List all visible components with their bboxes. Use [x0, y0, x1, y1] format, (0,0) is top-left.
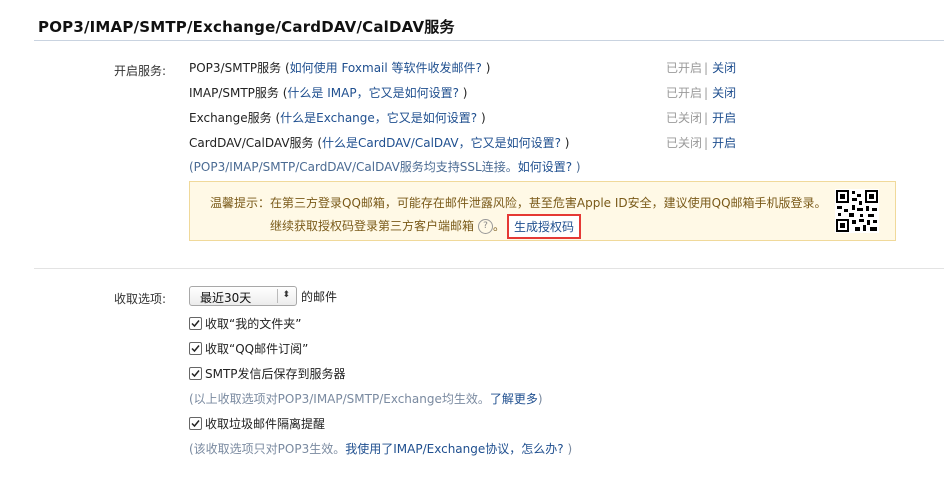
question-icon[interactable]: ?	[478, 219, 494, 234]
toggle-carddav-button[interactable]: 开启	[712, 136, 736, 150]
notice-text: 温馨提示：在第三方登录QQ邮箱，可能存在邮件泄露风险，甚至危害Apple ID安…	[210, 196, 827, 210]
option-save-sent[interactable]: SMTP发信后保存到服务器	[189, 365, 346, 382]
notice-line2: 继续获取授权码登录第三方客户端邮箱?。生成授权码	[270, 214, 582, 239]
service-name: Exchange服务	[189, 111, 272, 125]
ssl-note-close: )	[572, 160, 581, 174]
note-text: (该收取选项只对POP3生效。	[189, 442, 346, 456]
select-value: 最近30天	[200, 291, 252, 305]
paren-open: (	[281, 61, 290, 75]
receive-note-2: (该收取选项只对POP3生效。我使用了IMAP/Exchange协议，怎么办? …	[189, 440, 572, 457]
note-close: )	[537, 392, 543, 406]
settings-page: POP3/IMAP/SMTP/Exchange/CardDAV/CalDAV服务…	[0, 0, 944, 478]
notice-continue-text: 继续获取授权码登录第三方客户端邮箱	[270, 219, 475, 233]
checkmark-icon	[191, 420, 200, 428]
section-divider	[34, 268, 944, 269]
paren-close: )	[481, 61, 491, 75]
services-label: 开启服务:	[113, 64, 166, 78]
status-label: 已开启	[666, 86, 703, 100]
service-row-pop3: POP3/SMTP服务 (如何使用 Foxmail 等软件收发邮件? )	[189, 59, 490, 76]
checkmark-icon	[191, 345, 200, 353]
option-label: 收取“我的文件夹”	[205, 317, 302, 331]
checkbox[interactable]	[189, 317, 202, 330]
service-row-carddav: CardDAV/CalDAV服务 (什么是CardDAV/CalDAV，它又是如…	[189, 134, 569, 151]
service-status-exchange: 已关闭 | 开启	[666, 109, 736, 126]
toggle-pop3-button[interactable]: 关闭	[712, 61, 736, 75]
security-notice: 温馨提示：在第三方登录QQ邮箱，可能存在邮件泄露风险，甚至危害Apple ID安…	[189, 181, 896, 241]
service-name: CardDAV/CalDAV服务	[189, 136, 314, 150]
updown-arrow-icon: ⬍	[282, 290, 290, 300]
paren-close: )	[458, 86, 468, 100]
select-divider	[277, 289, 278, 303]
select-suffix: 的邮件	[301, 290, 338, 304]
toggle-exchange-button[interactable]: 开启	[712, 111, 736, 125]
note-close: )	[563, 442, 573, 456]
status-separator: |	[704, 136, 709, 150]
status-label: 已关闭	[666, 136, 703, 150]
service-name: IMAP/SMTP服务	[189, 86, 279, 100]
ssl-note-text: (POP3/IMAP/SMTP/CardDAV/CalDAV服务均支持SSL连接…	[189, 160, 518, 174]
receive-note-1: (以上收取选项对POP3/IMAP/SMTP/Exchange均生效。了解更多)	[189, 390, 543, 407]
title-divider	[34, 40, 944, 41]
receive-range-select[interactable]: 最近30天 ⬍	[189, 286, 297, 306]
help-link-pop3[interactable]: 如何使用 Foxmail 等软件收发邮件?	[290, 61, 482, 75]
service-row-exchange: Exchange服务 (什么是Exchange，它又是如何设置? )	[189, 109, 486, 126]
service-status-imap: 已开启 | 关闭	[666, 84, 736, 101]
option-qq-subscription[interactable]: 收取“QQ邮件订阅”	[189, 340, 308, 357]
option-label: 收取“QQ邮件订阅”	[205, 342, 309, 356]
paren-open: (	[271, 111, 281, 125]
status-separator: |	[704, 86, 709, 100]
option-label: 收取垃圾邮件隔离提醒	[205, 417, 326, 431]
toggle-imap-button[interactable]: 关闭	[712, 86, 736, 100]
service-row-imap: IMAP/SMTP服务 (什么是 IMAP，它又是如何设置? )	[189, 84, 467, 101]
paren-close: )	[477, 111, 486, 125]
status-label: 已开启	[666, 61, 703, 75]
ssl-setup-link[interactable]: 如何设置?	[518, 160, 572, 174]
receive-label: 收取选项:	[113, 292, 166, 306]
status-separator: |	[704, 61, 709, 75]
qr-code-icon	[835, 189, 879, 233]
note-text: (以上收取选项对POP3/IMAP/SMTP/Exchange均生效。	[189, 392, 490, 406]
checkbox[interactable]	[189, 417, 202, 430]
help-link-exchange[interactable]: 什么是Exchange，它又是如何设置?	[280, 111, 477, 125]
checkmark-icon	[191, 370, 200, 378]
notice-punct: 。	[493, 219, 506, 233]
ssl-note: (POP3/IMAP/SMTP/CardDAV/CalDAV服务均支持SSL连接…	[189, 158, 581, 175]
help-link-carddav[interactable]: 什么是CardDAV/CalDAV，它又是如何设置?	[322, 136, 561, 150]
option-my-folders[interactable]: 收取“我的文件夹”	[189, 315, 301, 332]
service-name: POP3/SMTP服务	[189, 61, 282, 75]
service-status-carddav: 已关闭 | 开启	[666, 134, 736, 151]
option-spam-alert[interactable]: 收取垃圾邮件隔离提醒	[189, 415, 325, 432]
service-status-pop3: 已开启 | 关闭	[666, 59, 736, 76]
checkbox[interactable]	[189, 342, 202, 355]
status-label: 已关闭	[666, 111, 703, 125]
paren-open: (	[313, 136, 323, 150]
paren-close: )	[560, 136, 570, 150]
option-label: SMTP发信后保存到服务器	[205, 367, 346, 381]
checkmark-icon	[191, 320, 200, 328]
help-link-imap[interactable]: 什么是 IMAP，它又是如何设置?	[287, 86, 459, 100]
learn-more-link[interactable]: 了解更多	[490, 392, 538, 406]
status-separator: |	[704, 111, 709, 125]
generate-auth-code-button[interactable]: 生成授权码	[507, 214, 582, 239]
section-title: POP3/IMAP/SMTP/Exchange/CardDAV/CalDAV服务	[38, 18, 455, 36]
checkbox[interactable]	[189, 367, 202, 380]
imap-exchange-help-link[interactable]: 我使用了IMAP/Exchange协议，怎么办?	[345, 442, 563, 456]
